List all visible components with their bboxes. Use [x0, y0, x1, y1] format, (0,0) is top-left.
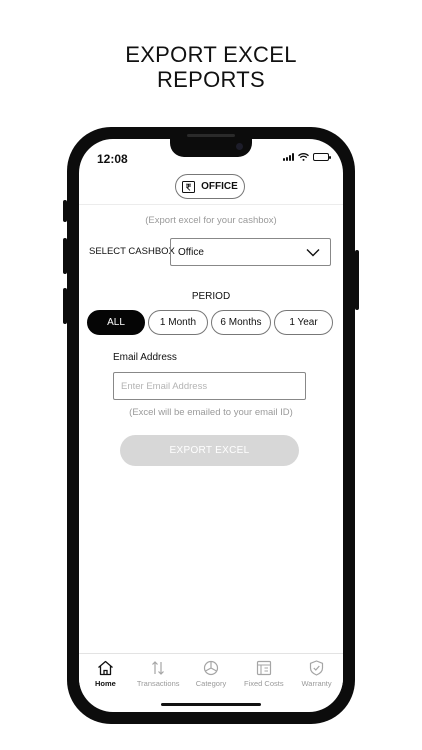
bottom-nav: Home Transactions Category Fixed Costs W…: [79, 653, 343, 695]
period-all-button[interactable]: ALL: [87, 310, 145, 335]
email-label: Email Address: [113, 352, 177, 363]
rupee-icon: [182, 180, 196, 193]
status-icons: [283, 153, 331, 161]
cashbox-pill[interactable]: OFFICE: [175, 174, 245, 199]
signal-icon: [283, 153, 294, 161]
fixed-costs-icon: [256, 660, 271, 676]
cashbox-select[interactable]: Office: [170, 238, 331, 266]
email-note: (Excel will be emailed to your email ID): [129, 407, 293, 418]
wifi-icon: [298, 153, 309, 161]
status-time: 12:08: [97, 152, 128, 166]
period-label: PERIOD: [191, 291, 231, 302]
warranty-icon: [309, 660, 324, 676]
nav-label-home: Home: [94, 679, 116, 688]
select-cashbox-label: SELECT CASHBOX: [89, 246, 175, 257]
period-1-year-button[interactable]: 1 Year: [274, 310, 333, 335]
period-1-month-button[interactable]: 1 Month: [148, 310, 208, 335]
nav-label-fixed-costs: Fixed Costs: [243, 679, 284, 688]
cashbox-select-value: Office: [178, 247, 204, 258]
nav-item-transactions[interactable]: Transactions: [132, 654, 185, 695]
nav-label-warranty: Warranty: [301, 679, 332, 688]
period-6-months-button[interactable]: 6 Months: [211, 310, 271, 335]
promo-headline-line1: EXPORT EXCEL: [125, 42, 297, 67]
phone-camera: [236, 143, 243, 150]
nav-item-warranty[interactable]: Warranty: [290, 654, 343, 695]
promo-headline-line2: REPORTS: [156, 67, 266, 92]
home-indicator[interactable]: [161, 703, 261, 706]
app-screen: 12:08 OFFICE (Export excel for your cash…: [79, 139, 343, 712]
cashbox-name: OFFICE: [201, 181, 238, 192]
nav-item-home[interactable]: Home: [79, 654, 132, 695]
email-input[interactable]: [113, 372, 306, 400]
nav-item-category[interactable]: Category: [185, 654, 238, 695]
promo-headline: EXPORT EXCEL REPORTS: [0, 42, 422, 92]
phone-speaker: [187, 134, 235, 137]
category-icon: [203, 660, 219, 676]
phone-power-button: [355, 250, 359, 310]
battery-icon: [313, 153, 331, 161]
home-icon: [97, 660, 113, 676]
chevron-down-icon: [306, 249, 320, 257]
nav-item-fixed-costs[interactable]: Fixed Costs: [237, 654, 290, 695]
export-excel-button[interactable]: EXPORT EXCEL: [120, 435, 299, 466]
nav-label-transactions: Transactions: [136, 679, 180, 688]
export-subtitle: (Export excel for your cashbox): [145, 215, 277, 226]
app-header: OFFICE: [79, 174, 343, 205]
transactions-icon: [152, 661, 165, 675]
nav-label-category: Category: [195, 679, 227, 688]
